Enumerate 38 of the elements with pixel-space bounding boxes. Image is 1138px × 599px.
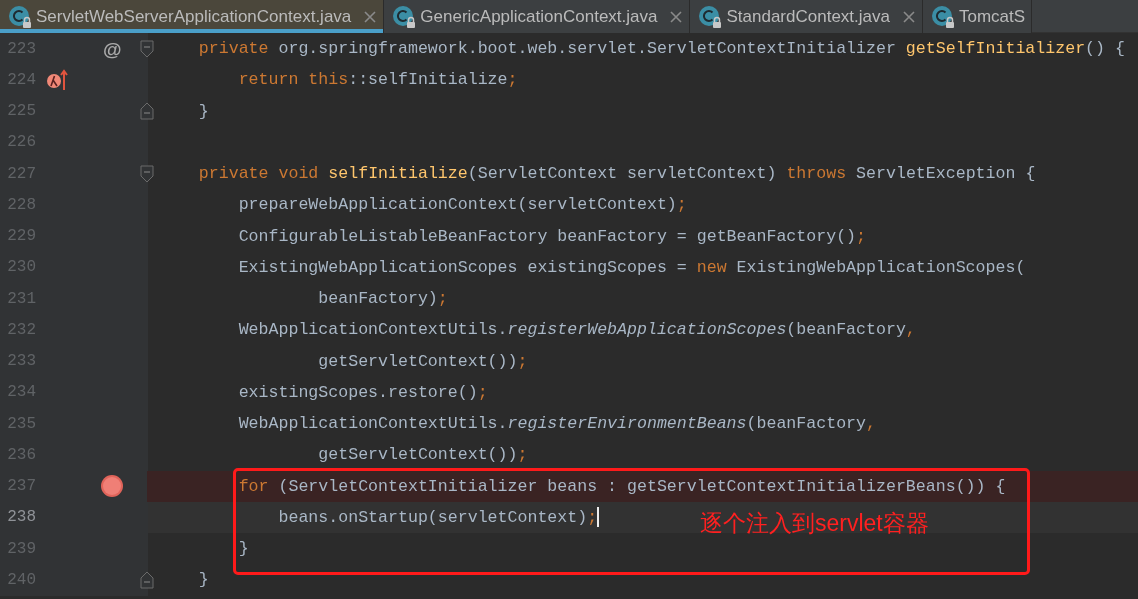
file-tab[interactable]: TomcatS — [923, 0, 1033, 33]
code-line: existingScopes.restore(); — [237, 382, 488, 402]
code-line: WebApplicationContextUtils.registerEnvironmentBeans(beanFactory, — [237, 414, 876, 433]
code-line: return this::selfInitialize; — [237, 70, 518, 90]
fold-icon[interactable] — [140, 163, 154, 184]
lambda-icon[interactable] — [46, 68, 68, 91]
close-icon[interactable] — [363, 9, 378, 24]
fold-icon[interactable] — [140, 569, 154, 590]
fold-icon[interactable] — [140, 38, 154, 59]
close-icon[interactable] — [902, 9, 916, 24]
annotation-text: 逐个注入到servlet容器 — [700, 509, 929, 538]
current-code-line: beans.onStartup(servletContext); — [277, 507, 598, 527]
class-file-icon — [698, 4, 723, 29]
code-line: ConfigurableListableBeanFactory beanFactory = getBeanFactory(); — [237, 226, 867, 246]
breakpoint-icon[interactable] — [100, 474, 124, 499]
code-line: for (ServletContextInitializer beans : getServletContextInitializerBeans()) { — [237, 476, 1006, 496]
code-line: private void selfInitialize(ServletContext servletContext) throws ServletException { — [197, 164, 1036, 183]
file-tab[interactable]: StandardContext.java — [690, 0, 923, 33]
code-line: private org.springframework.boot.web.servlet.ServletContextInitializer getSelfInitializer() { — [197, 39, 1125, 58]
code-line: getServletContext()); — [317, 445, 528, 465]
fold-icon[interactable] — [140, 101, 154, 122]
code-line: ExistingWebApplicationScopes existingScopes = new ExistingWebApplicationScopes( — [237, 257, 1026, 277]
close-icon[interactable] — [669, 9, 684, 24]
text-caret — [597, 507, 600, 528]
code-line: prepareWebApplicationContext(servletContext); — [237, 195, 687, 215]
file-tab[interactable]: GenericApplicationContext.java — [384, 0, 691, 33]
class-file-icon — [392, 4, 417, 29]
code-line: } — [197, 101, 209, 121]
override-marker[interactable]: @ — [103, 39, 122, 59]
code-line: getServletContext()); — [317, 351, 528, 371]
file-tab[interactable]: ServletWebServerApplicationContext.java — [0, 0, 385, 33]
code-line: beanFactory); — [317, 289, 448, 308]
code-line: WebApplicationContextUtils.registerWebApplicationScopes(beanFactory, — [237, 320, 916, 340]
class-file-icon — [931, 4, 955, 29]
code-line: } — [197, 570, 209, 590]
code-line: } — [237, 539, 249, 558]
class-file-icon — [8, 4, 32, 29]
line-number: 238 — [6, 507, 36, 529]
